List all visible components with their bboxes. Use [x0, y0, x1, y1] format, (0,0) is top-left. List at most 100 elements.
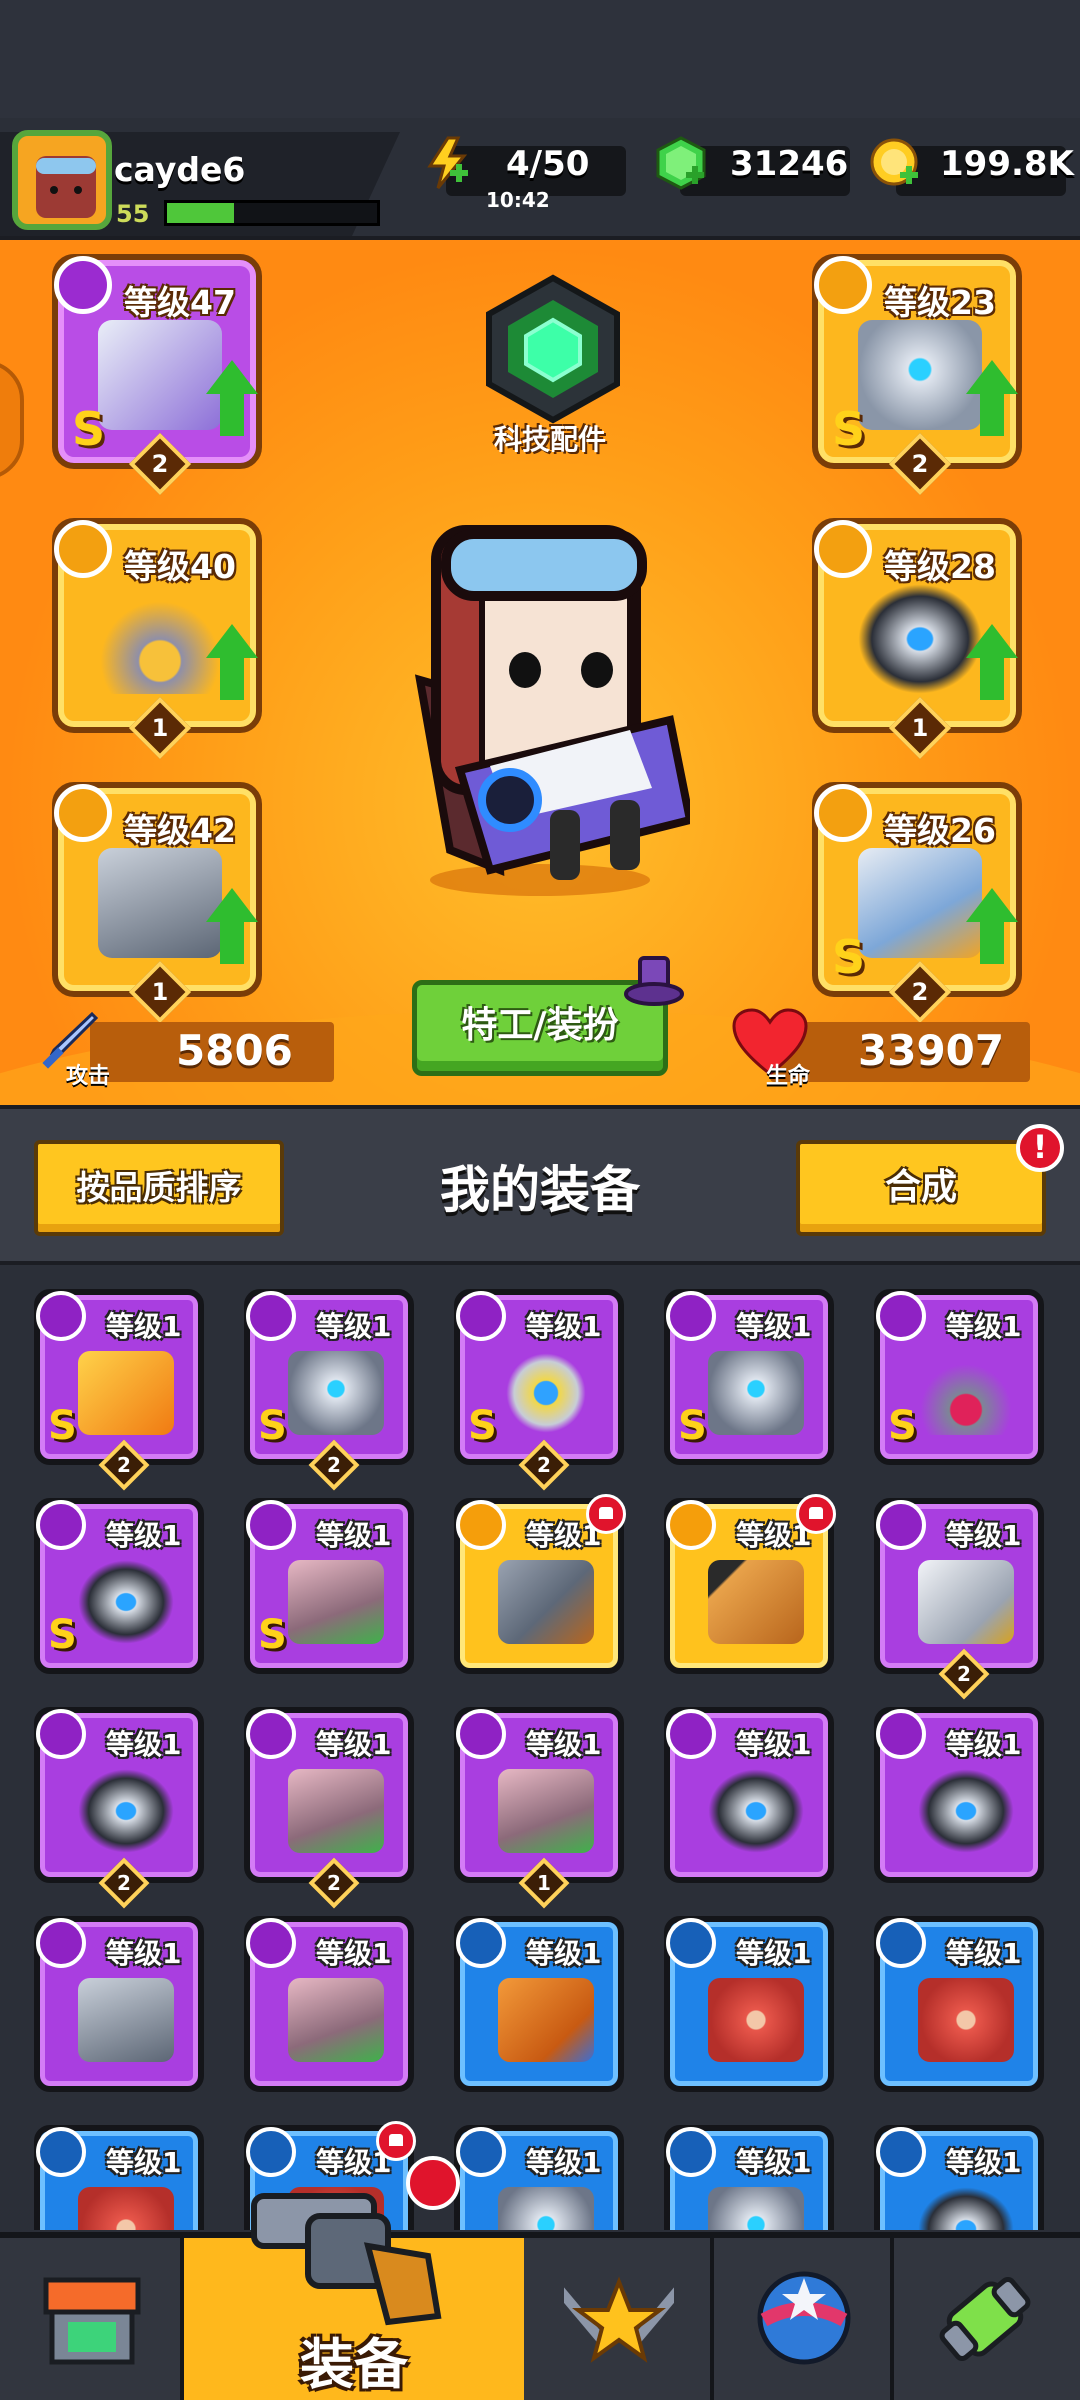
inventory-item[interactable]: 等级1	[664, 1916, 834, 2092]
inventory-item[interactable]: 等级1 2	[34, 1707, 204, 1909]
slot-necklace[interactable]: 等级40 1	[52, 518, 262, 760]
nav-tab-dna[interactable]	[894, 2238, 1080, 2400]
sort-by-quality-button[interactable]: 按品质排序	[34, 1140, 284, 1236]
necklace-icon	[98, 584, 222, 694]
upgrade-arrow-icon	[206, 888, 258, 922]
inventory-item[interactable]: 等级1	[664, 1494, 836, 1674]
star-count-value: 2	[911, 450, 929, 478]
boot-icon	[814, 784, 872, 842]
upgrade-arrow-icon	[966, 360, 1018, 394]
inventory-item[interactable]: 等级1	[664, 2125, 834, 2230]
coin-icon[interactable]	[868, 136, 922, 190]
synthesize-label: 合成	[884, 1167, 957, 1208]
boot-icon	[246, 1918, 296, 1968]
armor-icon	[246, 1291, 296, 1341]
slot-boots[interactable]: 等级26 S 2	[812, 782, 1022, 1024]
necklace-icon	[876, 1291, 926, 1341]
inventory-item[interactable]: 等级1 2	[244, 1707, 414, 1909]
inventory-item[interactable]: 等级1	[34, 1916, 204, 2092]
slot-weapon[interactable]: 等级47 S 2	[52, 254, 262, 496]
nav-tab-challenge[interactable]	[524, 2238, 714, 2400]
vest-icon	[78, 2187, 174, 2230]
inventory-item[interactable]: 等级1 S	[34, 1498, 204, 1674]
vest-icon	[918, 1978, 1014, 2062]
sword-icon	[78, 1351, 174, 1435]
inventory-item[interactable]: 等级1	[454, 1494, 626, 1674]
ring-icon	[498, 1351, 594, 1435]
inventory-item[interactable]: 等级1	[664, 1707, 834, 1883]
inventory-title: 我的装备	[440, 1161, 640, 1219]
bat-icon	[498, 1978, 594, 2062]
upgrade-arrow-stem	[220, 656, 244, 700]
item-level: 等级1	[946, 1519, 1022, 1552]
inventory-item[interactable]: 等级1 S 2	[454, 1289, 624, 1491]
inventory-item[interactable]: 等级1	[874, 1707, 1044, 1883]
side-tab[interactable]	[0, 360, 24, 480]
nav-tab-shop[interactable]	[0, 2238, 184, 2400]
boot-icon	[246, 1500, 296, 1550]
item-level: 等级1	[316, 1519, 392, 1552]
vest-icon	[876, 1918, 926, 1968]
star-count-value: 1	[151, 714, 169, 742]
new-item-badge-icon	[586, 1494, 626, 1534]
inventory-item[interactable]: 等级1 S	[874, 1289, 1044, 1465]
inventory-item[interactable]: 等级1 2	[874, 1498, 1044, 1700]
xp-bar-fill	[167, 203, 234, 223]
belt-icon	[876, 1709, 926, 1759]
inventory-item[interactable]: 等级1	[34, 2125, 204, 2230]
inventory-item[interactable]: 等级1 S	[664, 1289, 834, 1465]
sword-icon	[36, 1291, 86, 1341]
upgrade-arrow-stem	[980, 656, 1004, 700]
star-count-value: 1	[151, 978, 169, 1006]
gems-value: 31246	[730, 144, 849, 184]
belt-icon	[36, 1500, 86, 1550]
gem-icon[interactable]	[654, 136, 708, 190]
armor-icon	[498, 2187, 594, 2230]
inventory-grid: 等级1 S 2 等级1 S 2 等级1 S 2 等级1 S 等级1 S 等级1 S 等级1 S 等级1 等级1 等级1…	[0, 1265, 1080, 2230]
grade-badge: S	[468, 1403, 497, 1449]
slot-level: 等级42	[124, 811, 236, 850]
slot-armor[interactable]: 等级23 S 2	[812, 254, 1022, 496]
upgrade-arrow-icon	[966, 888, 1018, 922]
glove-icon	[98, 848, 222, 958]
nav-tab-map[interactable]	[714, 2238, 894, 2400]
slot-belt[interactable]: 等级28 1	[812, 518, 1022, 760]
armor-icon	[288, 1351, 384, 1435]
inventory-item[interactable]: 等级1	[874, 2125, 1044, 2230]
star-count: 2	[308, 1857, 360, 1909]
belt-icon	[36, 1709, 86, 1759]
inventory-item[interactable]: 等级1	[454, 1916, 624, 2092]
inventory-item[interactable]: 等级1	[454, 2125, 624, 2230]
tech-accessory-icon[interactable]	[478, 274, 628, 424]
grade-badge: S	[888, 1403, 917, 1449]
inventory-item[interactable]: 等级1 S	[244, 1498, 414, 1674]
item-level: 等级1	[106, 1519, 182, 1552]
coins-value: 199.8K	[940, 144, 1074, 184]
armor-icon	[708, 1351, 804, 1435]
inventory-item[interactable]: 等级1 1	[454, 1707, 624, 1909]
glove-icon	[54, 784, 112, 842]
inventory-item[interactable]: 等级1	[244, 1916, 414, 2092]
inventory-item[interactable]: 等级1 S 2	[244, 1289, 414, 1491]
upgrade-arrow-stem	[220, 392, 244, 436]
boot-icon	[456, 1709, 506, 1759]
torch-icon	[666, 1500, 716, 1550]
synthesize-button[interactable]: 合成	[796, 1140, 1046, 1236]
dna-capsule-icon	[939, 2277, 1031, 2361]
upgrade-arrow-icon	[966, 624, 1018, 658]
glove-icon	[36, 1918, 86, 1968]
star-count: 2	[938, 1648, 990, 1700]
inventory-item[interactable]: 等级1	[874, 1916, 1044, 2092]
boot-icon	[288, 1560, 384, 1644]
armor-icon	[666, 2127, 716, 2177]
boot-icon	[288, 1769, 384, 1853]
equipment-new-badge-icon	[406, 2156, 460, 2210]
inventory-item[interactable]: 等级1 S 2	[34, 1289, 204, 1491]
belt-icon	[858, 584, 982, 694]
slot-gloves[interactable]: 等级42 1	[52, 782, 262, 1024]
health-value: 33907	[858, 1026, 1005, 1075]
belt-icon	[666, 1709, 716, 1759]
player-avatar[interactable]	[12, 130, 112, 230]
shop-icon	[43, 2277, 141, 2365]
hero-character	[414, 525, 690, 896]
